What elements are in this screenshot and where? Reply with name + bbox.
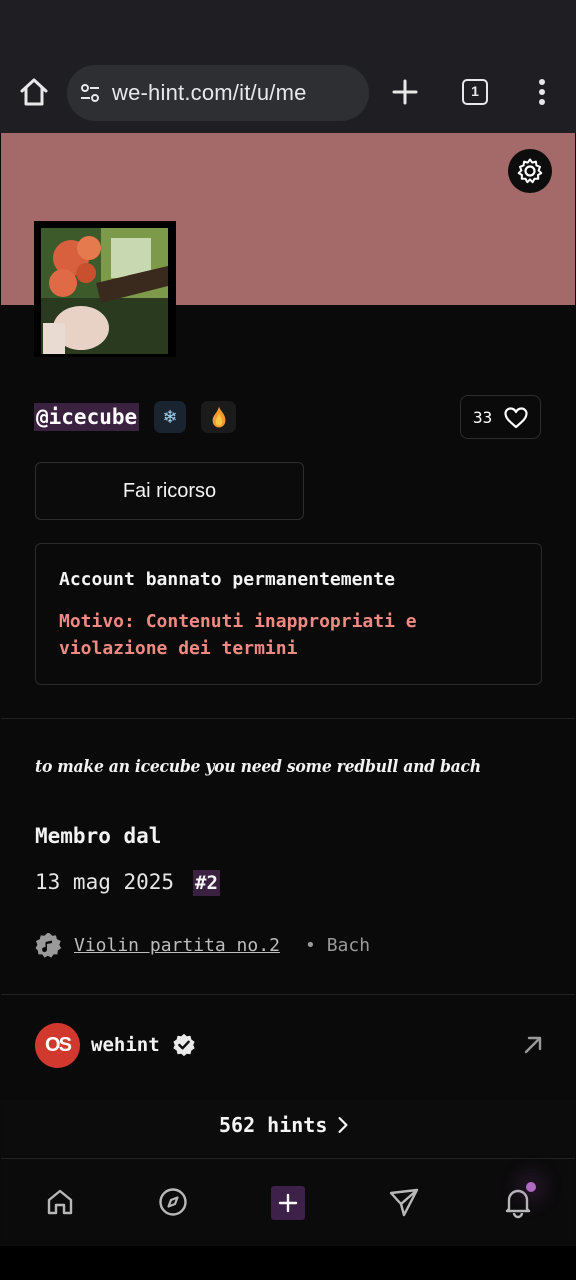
external-link-icon[interactable]: [521, 1033, 545, 1057]
new-tab-icon[interactable]: [390, 77, 420, 107]
ban-title: Account bannato permanentemente: [59, 569, 395, 590]
plus-icon: [278, 1193, 298, 1213]
address-bar[interactable]: we-hint.com/it/u/me: [67, 65, 369, 121]
flame-badge[interactable]: [201, 401, 236, 433]
music-badge-icon: [35, 932, 62, 958]
bio: to make an icecube you need some redbull…: [35, 757, 481, 777]
heart-icon: [504, 407, 528, 429]
track-artist: • Bach: [305, 935, 371, 956]
track-link[interactable]: Violin partita no.2: [74, 935, 280, 956]
home-icon[interactable]: [43, 1185, 77, 1219]
site-settings-icon[interactable]: [79, 82, 101, 104]
appeal-button[interactable]: Fai ricorso: [35, 462, 304, 520]
system-navigation-bar: [0, 1246, 576, 1280]
compass-icon[interactable]: [156, 1185, 190, 1219]
more-menu-icon[interactable]: [530, 78, 554, 106]
hints-count: 562 hints: [219, 1113, 328, 1137]
divider: [1, 718, 575, 719]
create-button[interactable]: [271, 1186, 305, 1220]
snowflake-badge[interactable]: ❄: [154, 401, 186, 433]
lastfm-username: wehint: [91, 1034, 160, 1056]
send-icon[interactable]: [387, 1185, 421, 1219]
browser-toolbar: we-hint.com/it/u/me 1: [0, 50, 576, 133]
lastfm-icon: OS: [35, 1023, 80, 1068]
like-button[interactable]: 33: [460, 395, 541, 439]
avatar[interactable]: [34, 221, 176, 357]
status-bar: [0, 0, 576, 50]
ban-reason: Motivo: Contenuti inappropriati e violaz…: [59, 611, 417, 659]
username: @icecube: [34, 403, 140, 431]
flame-icon: [212, 406, 225, 428]
lastfm-link-row[interactable]: OS wehint: [1, 995, 575, 1095]
bottom-navigation: [1, 1158, 575, 1246]
gear-icon: [517, 158, 543, 184]
notification-dot: [526, 1182, 536, 1192]
avatar-image: [41, 228, 168, 354]
member-since-label: Membro dal: [35, 824, 162, 848]
hints-link[interactable]: 562 hints: [1, 1100, 575, 1156]
tab-switcher-button[interactable]: 1: [462, 79, 488, 105]
ban-notice: Account bannato permanentemente Motivo: …: [35, 543, 542, 685]
verified-icon: [173, 1033, 195, 1057]
home-icon[interactable]: [18, 76, 50, 108]
member-rank-badge: #2: [193, 870, 220, 896]
url-text[interactable]: we-hint.com/it/u/me: [112, 80, 307, 106]
likes-count: 33: [473, 408, 493, 427]
member-since-date: 13 mag 2025: [35, 870, 175, 894]
settings-button[interactable]: [508, 149, 552, 193]
chevron-right-icon: [338, 1117, 348, 1133]
